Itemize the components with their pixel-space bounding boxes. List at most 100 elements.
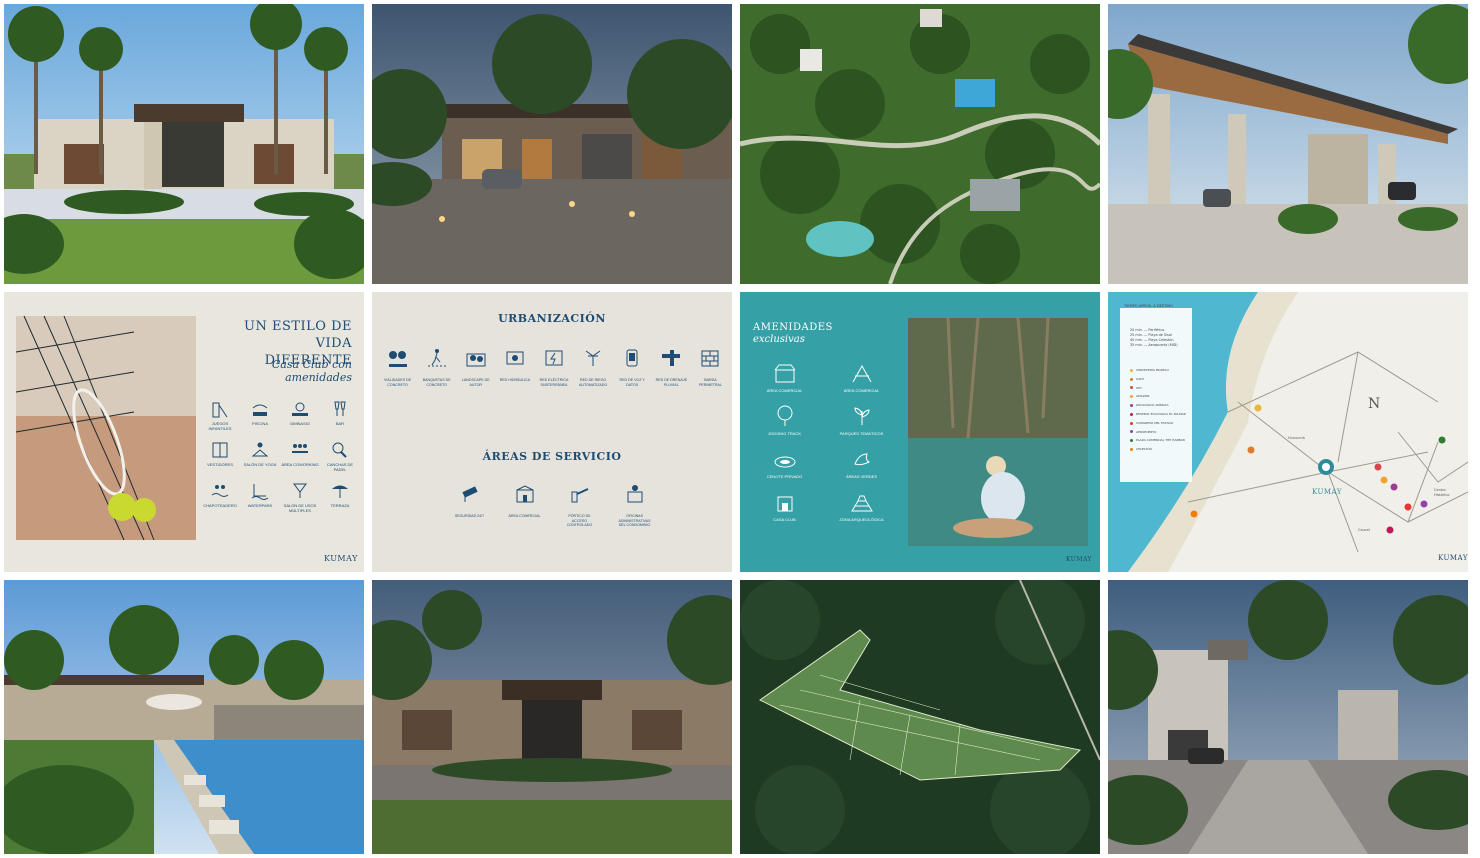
playground-icon (212, 402, 228, 418)
legend-item: UADY (1130, 375, 1186, 384)
walkway-icon (427, 349, 446, 367)
amenity-item: SALÓN DE USOS MÚLTIPLES (280, 482, 320, 513)
amenity-item: GIMNASIO (280, 400, 320, 431)
map-marker[interactable] (1386, 526, 1394, 534)
slide-subtitle: exclusivas (753, 334, 805, 345)
amenity-item: VESTIDORES (200, 441, 240, 472)
gym-icon (292, 402, 308, 416)
amenity-item: ÁREA COMERCIAL (746, 362, 823, 393)
photo-clubhouse-dusk[interactable] (372, 580, 732, 854)
lockers-icon (212, 442, 228, 458)
servicio-item: PÓRTICO DE ACCESO CONTROLADO (562, 484, 598, 528)
place-label: Centro Histórico (1434, 488, 1450, 497)
bar-icon (334, 401, 346, 416)
slide-title: AMENIDADES (753, 322, 833, 333)
legend-list: CERVECERÍA MODELO UADY UPY AMAZON ZOOLÓGICO … (1130, 366, 1186, 454)
map-marker[interactable] (1190, 510, 1198, 518)
urbanizacion-item: BANQUETAS DE CONCRETO (419, 348, 455, 387)
sidewalk-icon (388, 351, 407, 367)
urbanizacion-item: RED ELÉCTRICA SUBTERRÁNEA (536, 348, 572, 387)
coworking-icon (292, 444, 308, 453)
amenity-item: CHAPOTEADERO (200, 482, 240, 513)
photo-clubhouse-day[interactable] (4, 4, 364, 284)
photo-entrance-gate[interactable] (1108, 4, 1468, 284)
irrigation-icon (585, 350, 601, 366)
amenity-icon-grid: ÁREA COMERCIAL ÁREA COMERCIAL JOGGING TR… (746, 362, 900, 522)
yoga-icon (251, 442, 269, 457)
urbanizacion-item: LANDSCAPE DE AUTOR (458, 348, 494, 387)
map-marker[interactable] (1380, 476, 1388, 484)
legend-item: CONGRESO DEL ESTADO (1130, 419, 1186, 428)
drainage-icon (662, 350, 681, 366)
urbanizacion-item: RED HIDRÁULICA (497, 348, 533, 387)
legend-dot-icon (1130, 430, 1133, 434)
amenity-item: ZONA ARQUEOLÓGICA (823, 491, 900, 522)
brand-logo: KUMAY (1438, 554, 1468, 562)
paddle-icon (332, 442, 347, 458)
pool-icon (252, 404, 268, 416)
amenity-item: CENOTE PRIVADO (746, 448, 823, 479)
legend-item: ZOOLÓGICO ANIMAYA (1130, 401, 1186, 410)
legend-item: CERVECERÍA MODELO (1130, 366, 1186, 375)
electric-icon (545, 350, 563, 366)
amenity-item: JUEGOS INFANTILES (200, 400, 240, 431)
map-logo-label: KUMAY (1312, 488, 1342, 496)
place-label: Caucel (1358, 528, 1370, 532)
legend-dot-icon (1130, 439, 1133, 443)
slide-subtitle: Casa Club con amenidades (271, 358, 352, 384)
photo-pool-terrace[interactable] (4, 580, 364, 854)
slide-amenidades[interactable]: AMENIDADES exclusivas ÁREA COMERCIAL ÁRE… (740, 292, 1100, 572)
cenote-photo (908, 318, 1088, 546)
legend-dot-icon (1130, 368, 1133, 372)
pyramid-icon (850, 495, 873, 512)
voice-data-icon (626, 349, 638, 367)
amenity-item: BAR (320, 400, 360, 431)
map-marker[interactable] (1247, 446, 1255, 454)
waterpark-icon (251, 484, 269, 500)
photo-aerial-park[interactable] (740, 4, 1100, 284)
urbanizacion-item: RED DE DRENAJE PLUVIAL (653, 348, 689, 387)
brand-logo: KUMAY (1066, 556, 1093, 563)
map-marker[interactable] (1390, 483, 1398, 491)
amenity-item: JOGGING TRACK (746, 405, 823, 436)
map-marker[interactable] (1404, 503, 1412, 511)
legend-dot-icon (1130, 412, 1133, 416)
amenity-item: PARQUES TEMÁTICOS (823, 405, 900, 436)
wading-pool-icon (211, 485, 229, 497)
legend-item: AEROPUERTO (1130, 428, 1186, 437)
commercial-icon (516, 485, 533, 503)
office-icon (627, 485, 642, 503)
map-marker[interactable] (1438, 436, 1446, 444)
slide-mapa[interactable]: TIEMPO APROX. A DESTINO 20 min. — Perifé… (1108, 292, 1468, 572)
hydraulic-icon (506, 351, 524, 365)
amenity-item: SALÓN DE YOGA (240, 441, 280, 472)
terrace-icon (332, 485, 348, 498)
legend-dot-icon (1130, 395, 1133, 399)
slide-urbanizacion[interactable]: URBANIZACIÓN VIALIDADES DE CONCRETO BANQ… (372, 292, 732, 572)
photo-aerial-masterplan[interactable] (740, 580, 1100, 854)
servicio-item: ÁREA COMERCIAL (507, 484, 543, 528)
amenity-item: CANCHAS DE PADEL (320, 441, 360, 472)
legend-item: AMAZON (1130, 392, 1186, 401)
legend-item: CELESTÚN (1130, 445, 1186, 454)
urbanizacion-item: RED DE RIEGO AUTOMATIZADO (575, 348, 611, 387)
amenity-icon-grid: JUEGOS INFANTILES PISCINA GIMNASIO BAR V… (200, 400, 360, 513)
heading-areas-servicio: ÁREAS DE SERVICIO (482, 450, 622, 463)
wall-icon (701, 350, 719, 367)
shop-icon (774, 364, 795, 383)
map-marker[interactable] (1374, 463, 1382, 471)
heading-urbanizacion: URBANIZACIÓN (498, 312, 606, 325)
picnic-icon (852, 364, 871, 383)
map-marker[interactable] (1420, 500, 1428, 508)
slide-estilo-de-vida[interactable]: UN ESTILO DE VIDA DIFERENTE Casa Club con… (4, 292, 364, 572)
amenity-item: PISCINA (240, 400, 280, 431)
plant-icon (853, 407, 870, 425)
landscape-icon (466, 353, 486, 367)
map-marker[interactable] (1254, 404, 1262, 412)
servicio-item: OFICINAS ADMINISTRATIVAS DEL CONDOMINIO (617, 484, 653, 528)
events-icon (293, 483, 307, 498)
amenity-item: TERRAZA (320, 482, 360, 513)
photo-commercial-night[interactable] (372, 4, 732, 284)
photo-residential-street[interactable] (1108, 580, 1468, 854)
amenity-item: ÁREA COWORKING (280, 441, 320, 472)
